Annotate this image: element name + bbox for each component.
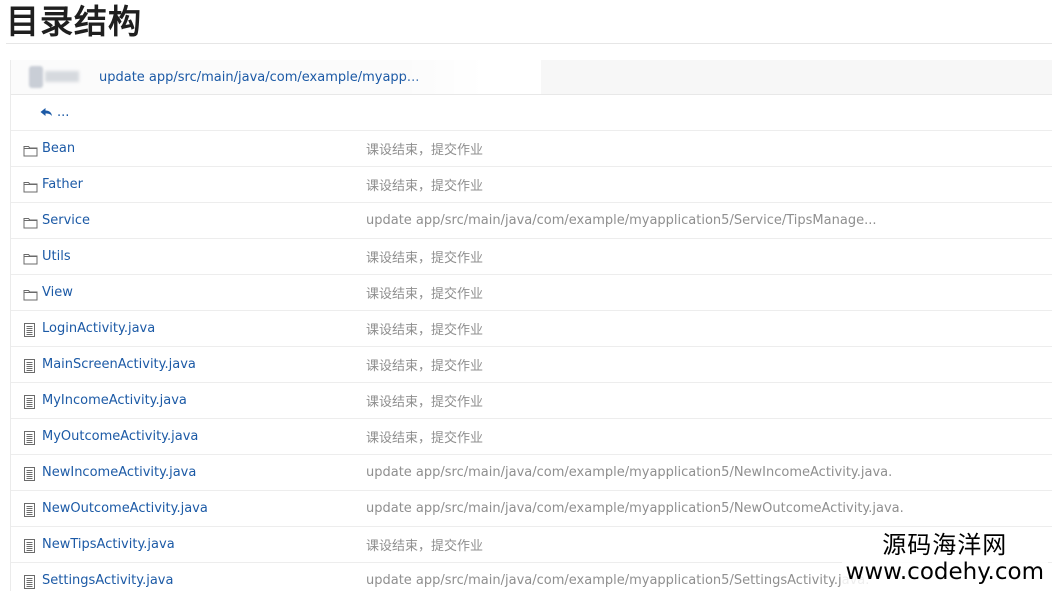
file-row[interactable]: MyIncomeActivity.java 课设结束，提交作业 — [11, 383, 1052, 419]
commit-message-link[interactable]: 课设结束，提交作业 — [366, 355, 483, 374]
back-arrow-icon — [40, 107, 52, 116]
file-icon — [23, 538, 38, 553]
page-title: 目录结构 — [6, 2, 142, 41]
watermark-site-name: 源码海洋网 — [882, 531, 1008, 559]
file-row[interactable]: NewOutcomeActivity.java update app/src/ma… — [11, 491, 1052, 527]
entry-name-link[interactable]: View — [42, 285, 73, 300]
entry-name-link[interactable]: NewIncomeActivity.java — [42, 465, 196, 480]
avatar[interactable] — [25, 64, 83, 90]
entry-name-link[interactable]: Father — [42, 177, 83, 192]
commit-message-link[interactable]: update app/src/main/java/com/example/mya… — [366, 573, 869, 588]
file-row[interactable]: MainScreenActivity.java 课设结束，提交作业 — [11, 347, 1052, 383]
entry-rows: Bean 课设结束，提交作业 Father 课设结束，提交作业 Service updat… — [11, 131, 1052, 591]
title-divider — [6, 43, 1052, 44]
file-row[interactable]: NewIncomeActivity.java update app/src/mai… — [11, 455, 1052, 491]
file-icon — [23, 430, 38, 445]
folder-icon — [23, 250, 38, 264]
folder-icon — [23, 286, 38, 300]
commit-message-link[interactable]: update app/src/main/java/com/example/mya… — [366, 465, 892, 480]
entry-name-link[interactable]: NewOutcomeActivity.java — [42, 501, 208, 516]
commit-message-link[interactable]: 课设结束，提交作业 — [366, 139, 483, 158]
file-icon — [23, 574, 38, 589]
entry-name-link[interactable]: Service — [42, 213, 90, 228]
file-icon — [23, 322, 38, 337]
commit-message-link[interactable]: 课设结束，提交作业 — [366, 175, 483, 194]
watermark: 源码海洋网 www.codehy.com — [841, 529, 1048, 587]
folder-icon — [23, 142, 38, 156]
entry-name-link[interactable]: LoginActivity.java — [42, 321, 155, 336]
file-row[interactable]: LoginActivity.java 课设结束，提交作业 — [11, 311, 1052, 347]
file-icon — [23, 466, 38, 481]
folder-row[interactable]: Utils 课设结束，提交作业 — [11, 239, 1052, 275]
folder-row[interactable]: Father 课设结束，提交作业 — [11, 167, 1052, 203]
entry-name-link[interactable]: MyIncomeActivity.java — [42, 393, 187, 408]
commit-message-link[interactable]: 课设结束，提交作业 — [366, 319, 483, 338]
folder-row[interactable]: Service update app/src/main/java/com/exam… — [11, 203, 1052, 239]
parent-directory-row[interactable]: ... — [11, 95, 1052, 131]
watermark-url: www.codehy.com — [845, 559, 1044, 585]
folder-icon — [23, 178, 38, 192]
commit-message-link[interactable]: 课设结束，提交作业 — [366, 247, 483, 266]
commit-message-link[interactable]: 课设结束，提交作业 — [366, 283, 483, 302]
latest-commit-message[interactable]: update app/src/main/java/com/example/mya… — [99, 70, 419, 85]
entry-name-link[interactable]: MyOutcomeActivity.java — [42, 429, 198, 444]
commit-message-link[interactable]: update app/src/main/java/com/example/mya… — [366, 501, 904, 516]
folder-row[interactable]: Bean 课设结束，提交作业 — [11, 131, 1052, 167]
entry-name-link[interactable]: Bean — [42, 141, 75, 156]
page: 目录结构 update app/src/main/java/com/exampl… — [0, 0, 1052, 591]
file-row[interactable]: MyOutcomeActivity.java 课设结束，提交作业 — [11, 419, 1052, 455]
entry-name-link[interactable]: MainScreenActivity.java — [42, 357, 196, 372]
commit-message-link[interactable]: 课设结束，提交作业 — [366, 391, 483, 410]
file-icon — [23, 394, 38, 409]
file-listing: update app/src/main/java/com/example/mya… — [10, 60, 1052, 591]
commit-message-link[interactable]: update app/src/main/java/com/example/mya… — [366, 213, 876, 228]
entry-name-link[interactable]: Utils — [42, 249, 71, 264]
commit-message-link[interactable]: 课设结束，提交作业 — [366, 427, 483, 446]
folder-icon — [23, 214, 38, 228]
parent-directory-link[interactable]: ... — [57, 105, 69, 120]
commit-message-link[interactable]: 课设结束，提交作业 — [366, 535, 483, 554]
latest-commit-bar: update app/src/main/java/com/example/mya… — [11, 60, 1052, 95]
folder-row[interactable]: View 课设结束，提交作业 — [11, 275, 1052, 311]
entry-name-link[interactable]: SettingsActivity.java — [42, 573, 173, 588]
file-icon — [23, 358, 38, 373]
file-icon — [23, 502, 38, 517]
entry-name-link[interactable]: NewTipsActivity.java — [42, 537, 175, 552]
